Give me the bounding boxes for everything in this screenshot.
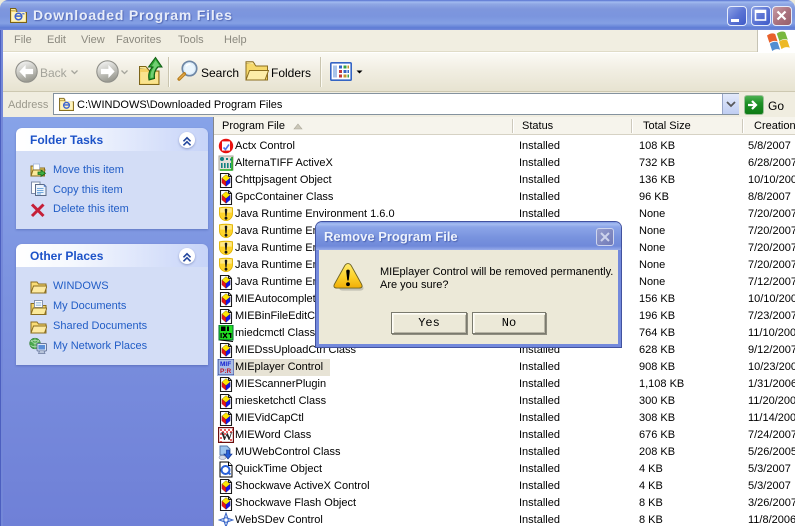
svg-text:P:R: P:R bbox=[220, 368, 232, 375]
svg-text:W: W bbox=[221, 429, 233, 443]
svg-text:MIF: MIF bbox=[220, 361, 231, 368]
